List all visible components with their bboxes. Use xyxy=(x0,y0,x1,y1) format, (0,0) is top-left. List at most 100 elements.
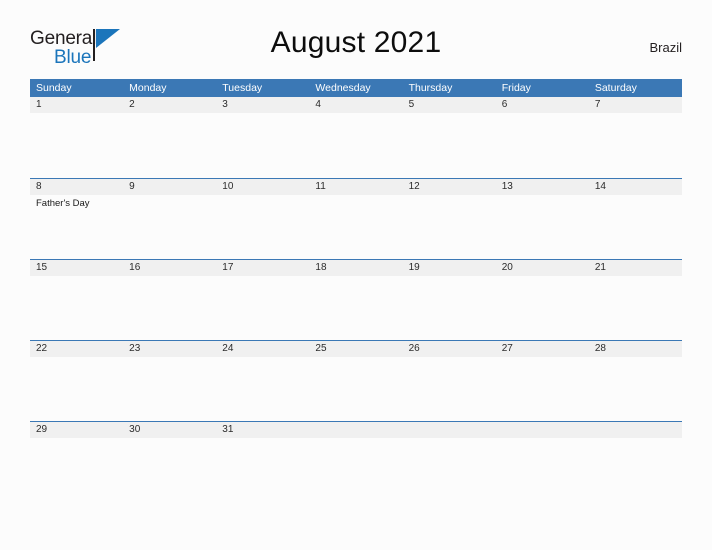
day-number-strip: 25 xyxy=(309,341,403,357)
day-cell[interactable]: 6 xyxy=(495,97,589,178)
day-number: 31 xyxy=(222,424,234,435)
day-cell[interactable]: 7 xyxy=(588,97,682,178)
day-number-strip: 13 xyxy=(495,179,589,195)
day-number-strip: 20 xyxy=(495,260,589,276)
day-cell[interactable]: 17 xyxy=(216,260,310,340)
weekday-header-friday: Friday xyxy=(501,82,531,94)
day-number-strip: 30 xyxy=(123,422,217,438)
day-events xyxy=(403,276,496,279)
page-header: General Blue August 2021 Brazil xyxy=(30,26,682,72)
day-number: 15 xyxy=(36,262,48,273)
day-events xyxy=(309,357,402,360)
day-cell[interactable]: 30 xyxy=(123,422,217,502)
day-cell[interactable]: 22 xyxy=(30,341,124,421)
day-events: Father's Day xyxy=(30,195,123,210)
day-events xyxy=(216,276,309,279)
day-cell[interactable]: 18 xyxy=(309,260,403,340)
day-number-strip: 1 xyxy=(30,97,124,113)
day-number-strip: 24 xyxy=(216,341,310,357)
day-number: 12 xyxy=(408,181,420,192)
day-cell[interactable]: 3 xyxy=(216,97,310,178)
day-number-strip: 17 xyxy=(216,260,310,276)
day-cell-empty xyxy=(588,422,682,502)
day-cell-empty xyxy=(402,422,496,502)
day-events xyxy=(403,113,496,116)
day-cell[interactable]: 4 xyxy=(309,97,403,178)
calendar-weeks: 1 2 3 4 5 6 7 8 Father's Day 9 10 11 12 13 14 15 16 17 18 1… xyxy=(30,97,682,502)
day-number: 23 xyxy=(129,343,141,354)
day-cell[interactable]: 26 xyxy=(402,341,496,421)
day-cell[interactable]: 11 xyxy=(309,179,403,259)
day-number-strip: 18 xyxy=(309,260,403,276)
day-number-strip: 29 xyxy=(30,422,124,438)
day-cell[interactable]: 24 xyxy=(216,341,310,421)
day-cell[interactable]: 2 xyxy=(123,97,217,178)
day-number-strip: 12 xyxy=(402,179,496,195)
day-cell[interactable]: 16 xyxy=(123,260,217,340)
day-number: 20 xyxy=(501,262,513,273)
day-number-strip: 23 xyxy=(123,341,217,357)
day-number-strip: 10 xyxy=(216,179,310,195)
day-cell[interactable]: 31 xyxy=(216,422,310,502)
day-cell[interactable]: 29 xyxy=(30,422,124,502)
day-cell[interactable]: 15 xyxy=(30,260,124,340)
day-number: 25 xyxy=(315,343,327,354)
day-events xyxy=(309,276,402,279)
day-cell[interactable]: 5 xyxy=(402,97,496,178)
day-number: 21 xyxy=(594,262,606,273)
day-events xyxy=(309,438,402,441)
calendar-week-row: 8 Father's Day 9 10 11 12 13 14 xyxy=(30,178,682,259)
day-cell[interactable]: 8 Father's Day xyxy=(30,179,124,259)
day-number: 26 xyxy=(408,343,420,354)
calendar-week-row: 15 16 17 18 19 20 21 xyxy=(30,259,682,340)
day-number: 30 xyxy=(129,424,141,435)
day-cell[interactable]: 28 xyxy=(588,341,682,421)
day-number: 17 xyxy=(222,262,234,273)
day-number-strip: 3 xyxy=(216,97,310,113)
day-cell[interactable]: 10 xyxy=(216,179,310,259)
day-number-strip: 8 xyxy=(30,179,124,195)
day-events xyxy=(123,357,216,360)
day-number-strip: 14 xyxy=(588,179,682,195)
day-events xyxy=(589,195,682,198)
day-number: 9 xyxy=(129,181,135,192)
weekday-header-wednesday: Wednesday xyxy=(315,82,371,94)
holiday-label: Father's Day xyxy=(36,198,90,209)
day-cell[interactable]: 14 xyxy=(588,179,682,259)
day-cell[interactable]: 1 xyxy=(30,97,124,178)
day-cell[interactable]: 25 xyxy=(309,341,403,421)
day-number: 8 xyxy=(36,181,42,192)
day-events xyxy=(589,438,682,441)
day-number-strip: 7 xyxy=(588,97,682,113)
day-cell[interactable]: 19 xyxy=(402,260,496,340)
day-cell[interactable]: 13 xyxy=(495,179,589,259)
day-number: 13 xyxy=(501,181,513,192)
day-number: 2 xyxy=(129,99,135,110)
day-events xyxy=(30,357,123,360)
day-cell[interactable]: 21 xyxy=(588,260,682,340)
region-label: Brazil xyxy=(649,40,682,55)
day-events xyxy=(589,113,682,116)
day-number: 28 xyxy=(594,343,606,354)
day-events xyxy=(403,438,496,441)
day-number-strip: 2 xyxy=(123,97,217,113)
weekday-header-monday: Monday xyxy=(129,82,167,94)
calendar-page: General Blue August 2021 Brazil Sunday Mo… xyxy=(0,0,712,550)
day-number: 19 xyxy=(408,262,420,273)
day-events xyxy=(309,195,402,198)
day-number-strip: 28 xyxy=(588,341,682,357)
day-number: 14 xyxy=(594,181,606,192)
day-number: 18 xyxy=(315,262,327,273)
day-number: 11 xyxy=(315,181,326,192)
day-cell[interactable]: 9 xyxy=(123,179,217,259)
day-number-strip xyxy=(402,422,496,438)
day-events xyxy=(123,113,216,116)
day-cell[interactable]: 20 xyxy=(495,260,589,340)
day-cell[interactable]: 23 xyxy=(123,341,217,421)
day-events xyxy=(589,357,682,360)
day-cell[interactable]: 27 xyxy=(495,341,589,421)
day-cell[interactable]: 12 xyxy=(402,179,496,259)
calendar-grid: Sunday Monday Tuesday Wednesday Thursday Frid… xyxy=(30,79,682,502)
day-number-strip xyxy=(588,422,682,438)
weekday-header-sunday: Sunday xyxy=(36,82,72,94)
